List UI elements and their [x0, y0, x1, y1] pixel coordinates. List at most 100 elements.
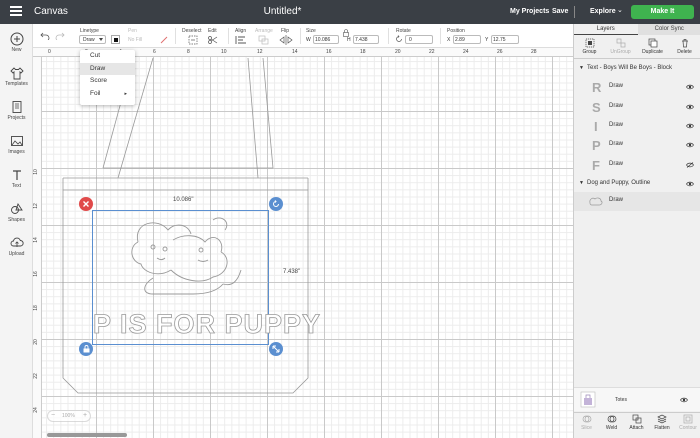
make-it-button[interactable]: Make It	[631, 5, 694, 19]
templates-tool[interactable]: Templates	[0, 66, 33, 87]
layer-label: Draw	[609, 122, 624, 128]
shapes-tool[interactable]: Shapes	[0, 202, 33, 223]
caret-down-icon[interactable]: ▼	[579, 65, 584, 71]
ungroup-icon	[616, 38, 625, 48]
color-swatch[interactable]	[111, 35, 120, 44]
eye-icon[interactable]	[686, 181, 694, 187]
y-value: 12.75	[493, 37, 506, 43]
lock-icon[interactable]	[343, 29, 349, 37]
layer-label: Draw	[609, 103, 624, 109]
height-value: 7.438	[355, 37, 368, 43]
toolbar-divider	[388, 28, 389, 44]
zoom-out-icon[interactable]: −	[51, 412, 55, 419]
resize-handle[interactable]	[269, 342, 283, 356]
zoom-control[interactable]: − 100% +	[47, 410, 91, 422]
trash-icon	[681, 39, 688, 48]
tote-bag-icon	[580, 391, 596, 408]
layer-group-text[interactable]: ▼ Text - Boys Will Be Boys - Block	[574, 62, 700, 76]
layer-row[interactable]: R Draw	[574, 78, 700, 97]
arrange-label: Arrange	[255, 28, 273, 34]
pen-icon[interactable]	[160, 36, 168, 44]
option-label: Draw	[90, 64, 106, 72]
linetype-option-foil[interactable]: Foil ▸	[80, 88, 135, 101]
deselect-icon[interactable]	[188, 35, 198, 45]
duplicate-button[interactable]: Duplicate	[637, 38, 668, 55]
x-value: 2.89	[455, 37, 465, 43]
chevron-down-icon	[99, 38, 103, 41]
linetype-option-draw[interactable]: Draw	[80, 62, 135, 75]
text-tool[interactable]: Text	[0, 168, 33, 189]
rotate-icon	[273, 200, 279, 207]
option-label: Score	[90, 77, 107, 84]
horizontal-scrollbar[interactable]	[47, 433, 127, 437]
save-link[interactable]: Save	[552, 8, 568, 15]
option-label: Foil	[90, 89, 101, 97]
group-button[interactable]: Group	[574, 38, 605, 55]
layer-row[interactable]: I Draw	[574, 117, 700, 136]
ungroup-button[interactable]: UnGroup	[605, 38, 636, 55]
layer-row[interactable]: Draw	[574, 192, 700, 211]
layer-thumbnail: F	[592, 158, 600, 173]
eye-icon[interactable]	[680, 397, 688, 403]
images-tool[interactable]: Images	[0, 134, 33, 155]
chevron-down-icon[interactable]: ⌄	[617, 6, 623, 14]
eye-hidden-icon[interactable]	[686, 162, 694, 168]
layer-group-dog[interactable]: ▼ Dog and Puppy, Outline	[574, 177, 700, 191]
upload-icon	[10, 237, 24, 247]
eye-icon[interactable]	[686, 123, 694, 129]
layer-row[interactable]: F Draw	[574, 156, 700, 175]
explore-menu[interactable]: Explore	[590, 8, 616, 15]
layers-panel: Layers Color Sync Group UnGroup Duplicat…	[573, 24, 700, 438]
group-icon	[585, 38, 594, 48]
blank-canvas-row[interactable]: Totes	[574, 387, 700, 411]
weld-button[interactable]: Weld	[599, 414, 624, 431]
toolbar-divider	[175, 28, 176, 44]
edit-icon[interactable]	[207, 35, 219, 45]
layer-row[interactable]: P Draw	[574, 136, 700, 155]
zoom-level: 100%	[62, 413, 75, 419]
tool-label: Shapes	[8, 217, 25, 223]
my-projects-link[interactable]: My Projects	[510, 8, 549, 15]
puppy-text-artwork: P IS FOR PUPPY	[93, 309, 322, 340]
tab-color-sync[interactable]: Color Sync	[637, 24, 700, 35]
eye-icon[interactable]	[686, 84, 694, 90]
height-label: H	[347, 37, 351, 43]
tool-label: Text	[11, 183, 22, 189]
layer-label: Draw	[609, 83, 624, 89]
slice-icon	[582, 415, 591, 423]
layer-thumbnail: I	[594, 119, 598, 134]
projects-tool[interactable]: Projects	[0, 100, 33, 121]
linetype-option-cut[interactable]: Cut	[80, 50, 135, 63]
action-label: Slice	[581, 425, 592, 431]
panel-tabs: Layers Color Sync	[574, 24, 700, 35]
delete-handle[interactable]	[79, 197, 93, 211]
flatten-button[interactable]: Flatten	[649, 414, 675, 431]
attach-button[interactable]: Attach	[624, 414, 649, 431]
eye-icon[interactable]	[686, 104, 694, 110]
toolbar-divider	[300, 28, 301, 44]
contour-button[interactable]: Contour	[675, 414, 700, 431]
undo-icon[interactable]	[40, 30, 50, 40]
design-canvas[interactable]: 0 2 4 6 8 10 12 14 16 18 20 22 24 26 28 …	[33, 48, 573, 438]
rotate-handle[interactable]	[269, 197, 283, 211]
delete-button[interactable]: Delete	[669, 38, 700, 55]
slice-button[interactable]: Slice	[574, 414, 599, 431]
zoom-in-icon[interactable]: +	[83, 412, 87, 419]
upload-tool[interactable]: Upload	[0, 236, 33, 257]
arrange-icon[interactable]	[258, 35, 270, 45]
action-label: Weld	[605, 425, 618, 431]
caret-down-icon[interactable]: ▼	[579, 180, 584, 186]
tab-layers[interactable]: Layers	[574, 24, 638, 35]
linetype-option-score[interactable]: Score	[80, 75, 135, 88]
pen-value: No Fill	[128, 37, 143, 43]
eye-icon[interactable]	[686, 142, 694, 148]
new-tool[interactable]: New	[0, 32, 33, 53]
redo-icon[interactable]	[55, 30, 65, 40]
dog-thumbnail-icon	[589, 197, 603, 206]
layer-row[interactable]: S Draw	[574, 98, 700, 117]
lock-handle[interactable]	[79, 342, 93, 356]
align-icon[interactable]	[235, 35, 249, 45]
width-label: W	[306, 37, 311, 43]
flip-icon[interactable]	[279, 35, 293, 45]
close-icon	[83, 201, 89, 207]
